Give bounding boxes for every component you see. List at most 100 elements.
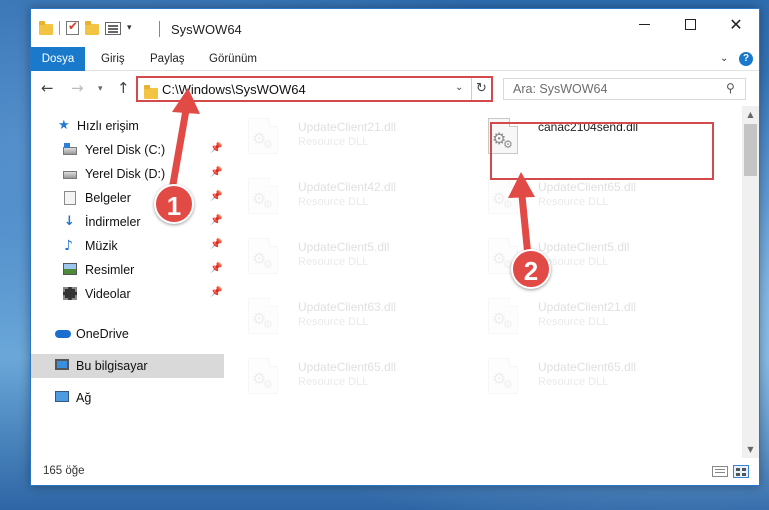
sidebar-item-label: OneDrive [76,327,129,341]
sidebar-item-local-disk-c[interactable]: Yerel Disk (C:) 📌 [31,138,224,162]
chevron-down-icon[interactable]: ▾ [127,23,132,33]
sidebar-item-network[interactable]: Ağ [31,386,224,410]
gear-icon: ⚙ [503,378,513,391]
step-2-badge: 2 [511,249,551,289]
item-count: 165 öğe [43,465,85,477]
folder-icon [144,85,158,99]
customize-toolbar-icon[interactable] [105,21,121,35]
close-button[interactable]: ✕ [713,9,759,39]
address-path[interactable]: C:\Windows\SysWOW64 [162,82,306,97]
file-explorer-window: ▾ SysWOW64 ✕ Dosya Giriş Paylaş Görünüm … [30,8,760,486]
file-name: UpdateClient21.dll [298,120,397,134]
up-arrow-icon[interactable]: ↑ [117,79,130,97]
scroll-up-arrow-icon[interactable]: ▲ [742,106,759,123]
file-name: UpdateClient65.dll [538,180,637,194]
recent-locations-chevron-icon[interactable]: ▾ [98,84,103,94]
minimize-icon [638,23,650,25]
file-item[interactable]: ⚙ ⚙ UpdateClient63.dll Resource DLL [228,286,448,342]
pin-icon[interactable]: 📌 [210,287,222,298]
pin-icon[interactable]: 📌 [210,167,222,178]
file-type: Resource DLL [298,376,369,388]
file-list: ⚙ ⚙ UpdateClient21.dll Resource DLL ⚙ ⚙ ca… [228,106,742,458]
music-icon: ♪ [64,238,73,254]
tab-file[interactable]: Dosya [31,47,85,71]
maximize-button[interactable] [667,9,713,39]
sidebar-item-pictures[interactable]: Resimler 📌 [31,258,224,282]
maximize-icon [684,18,696,30]
search-icon[interactable]: ⚲ [726,81,735,95]
sidebar-item-this-pc[interactable]: Bu bilgisayar [31,354,224,378]
file-type: Resource DLL [298,256,369,268]
sidebar-item-quick-access[interactable]: ★ Hızlı erişim [31,114,224,138]
sidebar-item-onedrive[interactable]: OneDrive [31,322,224,346]
sidebar-item-documents[interactable]: Belgeler 📌 [31,186,224,210]
new-folder-icon[interactable] [85,20,99,35]
scroll-thumb[interactable] [744,124,757,176]
minimize-button[interactable] [621,9,667,39]
file-item[interactable]: ⚙ ⚙ UpdateClient21.dll Resource DLL [228,106,448,162]
search-input[interactable]: Ara: SysWOW64 [513,82,607,96]
sidebar-item-videos[interactable]: Videolar 📌 [31,282,224,306]
properties-check-icon[interactable] [66,19,79,35]
address-dropdown-icon[interactable]: ⌄ [455,82,463,93]
file-item[interactable]: ⚙ ⚙ UpdateClient65.dll Resource DLL [468,346,688,402]
sidebar-item-music[interactable]: ♪ Müzik 📌 [31,234,224,258]
tab-home[interactable]: Giriş [101,47,125,71]
gear-icon: ⚙ [263,138,273,151]
dll-file-icon: ⚙ ⚙ [248,238,278,274]
gear-icon: ⚙ [263,258,273,271]
pictures-icon [63,263,77,275]
dll-file-icon: ⚙ ⚙ [248,118,278,154]
sidebar-item-label: Videolar [85,287,131,301]
network-icon [55,391,69,402]
help-icon[interactable]: ? [739,52,753,66]
drive-icon [63,171,77,179]
sidebar-item-downloads[interactable]: ↓ İndirmeler 📌 [31,210,224,234]
gear-icon: ⚙ [263,318,273,331]
file-item[interactable]: ⚙ ⚙ UpdateClient65.dll Resource DLL [228,346,448,402]
documents-icon [64,191,76,205]
gear-icon: ⚙ [263,198,273,211]
dll-file-icon: ⚙ ⚙ [488,298,518,334]
dll-file-icon: ⚙ ⚙ [248,298,278,334]
cloud-icon [55,330,71,338]
file-item[interactable]: ⚙ ⚙ UpdateClient21.dll Resource DLL [468,286,688,342]
file-item[interactable]: ⚙ ⚙ UpdateClient42.dll Resource DLL [228,166,448,222]
details-view-icon[interactable] [712,466,728,477]
expand-ribbon-chevron-icon[interactable]: ⌄ [720,53,728,64]
address-bar[interactable]: C:\Windows\SysWOW64 ⌄ ↻ [136,76,493,102]
file-name: UpdateClient63.dll [298,300,397,314]
pin-icon[interactable]: 📌 [210,215,222,226]
refresh-icon[interactable]: ↻ [471,78,491,100]
title-bar: ▾ SysWOW64 ✕ [31,9,759,47]
dll-file-icon: ⚙ ⚙ [488,178,518,214]
file-name: UpdateClient42.dll [298,180,397,194]
pin-icon[interactable]: 📌 [210,143,222,154]
drive-icon [63,143,77,155]
gear-icon: ⚙ [503,318,513,331]
sidebar-item-label: İndirmeler [85,215,141,229]
back-arrow-icon[interactable]: ← [41,79,54,97]
pin-icon[interactable]: 📌 [210,239,222,250]
scroll-down-arrow-icon[interactable]: ▼ [742,441,759,458]
pin-icon[interactable]: 📌 [210,263,222,274]
forward-arrow-icon[interactable]: → [71,79,84,97]
tab-share[interactable]: Paylaş [150,47,185,71]
file-type: Resource DLL [538,196,609,208]
computer-icon [55,359,69,370]
large-icons-view-icon[interactable] [733,465,749,478]
status-bar: 165 öğe [31,458,759,485]
toolbar-divider [59,21,60,35]
pin-icon[interactable]: 📌 [210,191,222,202]
vertical-scrollbar[interactable]: ▲ ▼ [742,106,759,458]
file-item[interactable]: ⚙ ⚙ UpdateClient5.dll Resource DLL [228,226,448,282]
gear-icon: ⚙ [263,378,273,391]
search-box[interactable]: Ara: SysWOW64 ⚲ [503,78,746,100]
tab-view[interactable]: Görünüm [209,47,257,71]
sidebar-item-local-disk-d[interactable]: Yerel Disk (D:) 📌 [31,162,224,186]
file-item[interactable]: ⚙ ⚙ UpdateClient5.dll Resource DLL [468,226,688,282]
ribbon-tabs: Dosya Giriş Paylaş Görünüm ⌄ ? [31,47,759,71]
file-type: Resource DLL [298,316,369,328]
file-name: UpdateClient65.dll [298,360,397,374]
file-name: UpdateClient5.dll [298,240,390,254]
